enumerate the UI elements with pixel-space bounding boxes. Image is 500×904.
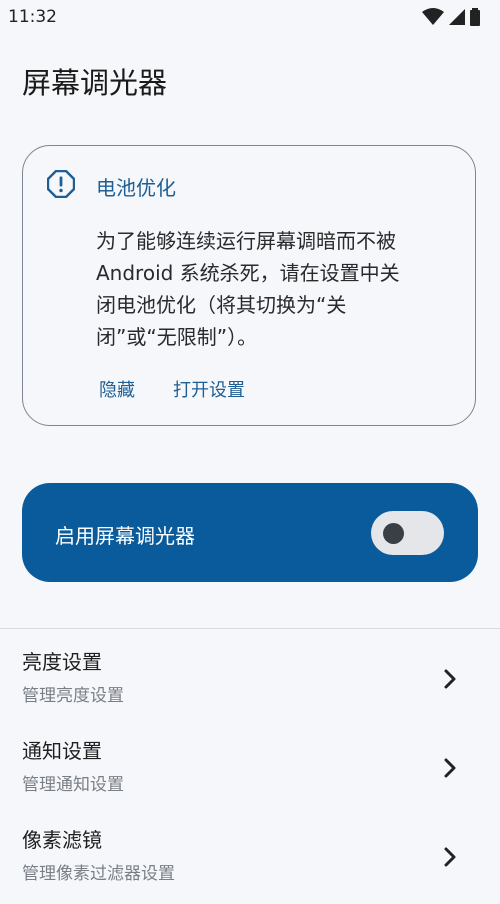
status-time: 11:32 <box>8 7 57 27</box>
warning-icon <box>47 170 75 198</box>
toggle-knob <box>383 523 404 544</box>
wifi-icon <box>422 8 444 25</box>
chevron-right-icon <box>444 669 456 689</box>
settings-item-title: 亮度设置 <box>22 650 102 674</box>
battery-card-title: 电池优化 <box>96 176 176 200</box>
battery-icon <box>470 8 480 26</box>
open-settings-button[interactable]: 打开设置 <box>173 376 245 402</box>
settings-item-title: 通知设置 <box>22 739 102 763</box>
settings-item-title: 像素滤镜 <box>22 828 102 852</box>
hide-button[interactable]: 隐藏 <box>99 376 135 402</box>
enable-dimmer-label: 启用屏幕调光器 <box>55 524 195 548</box>
chevron-right-icon <box>444 758 456 778</box>
status-icons <box>422 8 480 26</box>
settings-item-notification[interactable]: 通知设置 管理通知设置 <box>0 735 500 815</box>
enable-dimmer-toggle[interactable] <box>371 511 444 555</box>
enable-dimmer-card[interactable]: 启用屏幕调光器 <box>22 483 478 582</box>
settings-item-subtitle: 管理亮度设置 <box>22 686 124 706</box>
settings-item-pixel-filter[interactable]: 像素滤镜 管理像素过滤器设置 <box>0 824 500 904</box>
signal-icon <box>449 9 465 25</box>
divider <box>0 628 500 629</box>
battery-optimization-card: 电池优化 为了能够连续运行屏幕调暗而不被 Android 系统杀死，请在设置中关… <box>22 145 476 426</box>
settings-item-subtitle: 管理通知设置 <box>22 775 124 795</box>
page-title: 屏幕调光器 <box>22 66 168 100</box>
status-bar: 11:32 <box>0 0 500 34</box>
chevron-right-icon <box>444 847 456 867</box>
battery-card-body: 为了能够连续运行屏幕调暗而不被 Android 系统杀死，请在设置中关 闭电池优… <box>96 229 400 349</box>
battery-card-actions: 隐藏 打开设置 <box>99 376 245 402</box>
settings-item-brightness[interactable]: 亮度设置 管理亮度设置 <box>0 646 500 726</box>
settings-item-subtitle: 管理像素过滤器设置 <box>22 864 175 884</box>
